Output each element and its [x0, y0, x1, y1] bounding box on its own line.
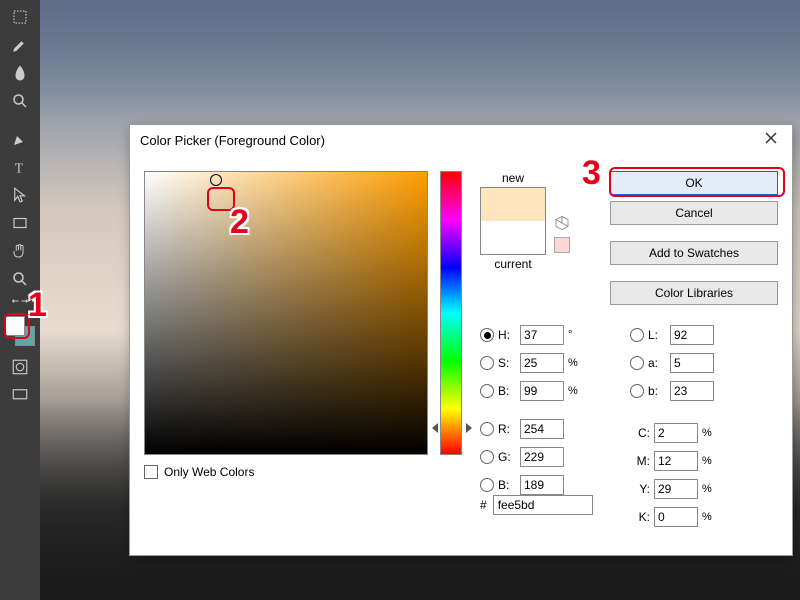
lab-b-radio[interactable]	[630, 384, 644, 398]
lab-b-input[interactable]	[670, 381, 714, 401]
k-input[interactable]	[654, 507, 698, 527]
c-input[interactable]	[654, 423, 698, 443]
color-picker-dialog: Color Picker (Foreground Color) new curr…	[129, 124, 793, 556]
zoom-tool[interactable]	[7, 88, 33, 114]
color-field[interactable]	[144, 171, 428, 455]
foreground-background-swatches[interactable]	[5, 316, 35, 346]
color-libraries-button[interactable]: Color Libraries	[610, 281, 778, 305]
b2-input[interactable]	[520, 475, 564, 495]
k-label: K:	[630, 510, 650, 524]
y-input[interactable]	[654, 479, 698, 499]
screenmode-tool[interactable]	[7, 382, 33, 408]
rectangle-tool[interactable]	[7, 210, 33, 236]
eyedropper-tool[interactable]	[7, 32, 33, 58]
h-label: H:	[498, 328, 516, 342]
web-colors-label: Only Web Colors	[164, 465, 254, 479]
hsb-rgb-fields: H:° S:% B:% R: G: B:	[480, 321, 582, 499]
y-label: Y:	[630, 482, 650, 496]
b-radio[interactable]	[480, 384, 494, 398]
add-to-swatches-button[interactable]: Add to Swatches	[610, 241, 778, 265]
rect-select-tool[interactable]	[7, 4, 33, 30]
dialog-titlebar: Color Picker (Foreground Color)	[130, 125, 792, 155]
preview-current-swatch[interactable]	[481, 221, 545, 254]
cancel-button[interactable]: Cancel	[610, 201, 778, 225]
r-label: R:	[498, 422, 516, 436]
b-label: B:	[498, 384, 516, 398]
b2-radio[interactable]	[480, 478, 494, 492]
color-preview: new current	[480, 171, 546, 271]
r-input[interactable]	[520, 419, 564, 439]
r-radio[interactable]	[480, 422, 494, 436]
cmyk-fields: C:% M:% Y:% K:%	[630, 419, 716, 531]
hex-label: #	[480, 498, 487, 512]
foreground-color-swatch[interactable]	[5, 316, 25, 336]
c-label: C:	[630, 426, 650, 440]
g-label: G:	[498, 450, 516, 464]
close-button[interactable]	[764, 131, 782, 149]
dialog-buttons: OK Cancel Add to Swatches Color Librarie…	[610, 171, 778, 305]
hand-tool[interactable]	[7, 238, 33, 264]
s-input[interactable]	[520, 353, 564, 373]
web-colors-row: Only Web Colors	[144, 465, 254, 479]
zoom-tool-2[interactable]	[7, 266, 33, 292]
ok-button[interactable]: OK	[610, 171, 778, 195]
gamut-warning-icon[interactable]	[554, 215, 570, 234]
brush-tool[interactable]	[7, 60, 33, 86]
lab-fields: L: a: b:	[630, 321, 714, 405]
preview-new-label: new	[480, 171, 546, 185]
tools-panel: T	[0, 0, 40, 600]
b-input[interactable]	[520, 381, 564, 401]
b2-label: B:	[498, 478, 516, 492]
hue-slider-handle[interactable]	[432, 423, 472, 433]
web-colors-checkbox[interactable]	[144, 465, 158, 479]
a-input[interactable]	[670, 353, 714, 373]
dialog-title: Color Picker (Foreground Color)	[140, 133, 764, 148]
h-input[interactable]	[520, 325, 564, 345]
preview-new-swatch	[481, 188, 545, 221]
svg-text:T: T	[15, 160, 24, 175]
color-field-cursor[interactable]	[210, 174, 222, 186]
g-input[interactable]	[520, 447, 564, 467]
hex-input[interactable]	[493, 495, 593, 515]
s-radio[interactable]	[480, 356, 494, 370]
lab-b-label: b:	[648, 384, 666, 398]
g-radio[interactable]	[480, 450, 494, 464]
h-radio[interactable]	[480, 328, 494, 342]
path-select-tool[interactable]	[7, 182, 33, 208]
websafe-swatch[interactable]	[554, 237, 570, 253]
l-label: L:	[648, 328, 666, 342]
a-radio[interactable]	[630, 356, 644, 370]
m-input[interactable]	[654, 451, 698, 471]
hex-row: #	[480, 495, 593, 515]
swap-colors-icon[interactable]	[7, 294, 33, 308]
m-label: M:	[630, 454, 650, 468]
quickmask-tool[interactable]	[7, 354, 33, 380]
a-label: a:	[648, 356, 666, 370]
preview-current-label: current	[480, 257, 546, 271]
pen-tool[interactable]	[7, 126, 33, 152]
l-input[interactable]	[670, 325, 714, 345]
l-radio[interactable]	[630, 328, 644, 342]
s-label: S:	[498, 356, 516, 370]
type-tool[interactable]: T	[7, 154, 33, 180]
hue-slider[interactable]	[440, 171, 462, 455]
